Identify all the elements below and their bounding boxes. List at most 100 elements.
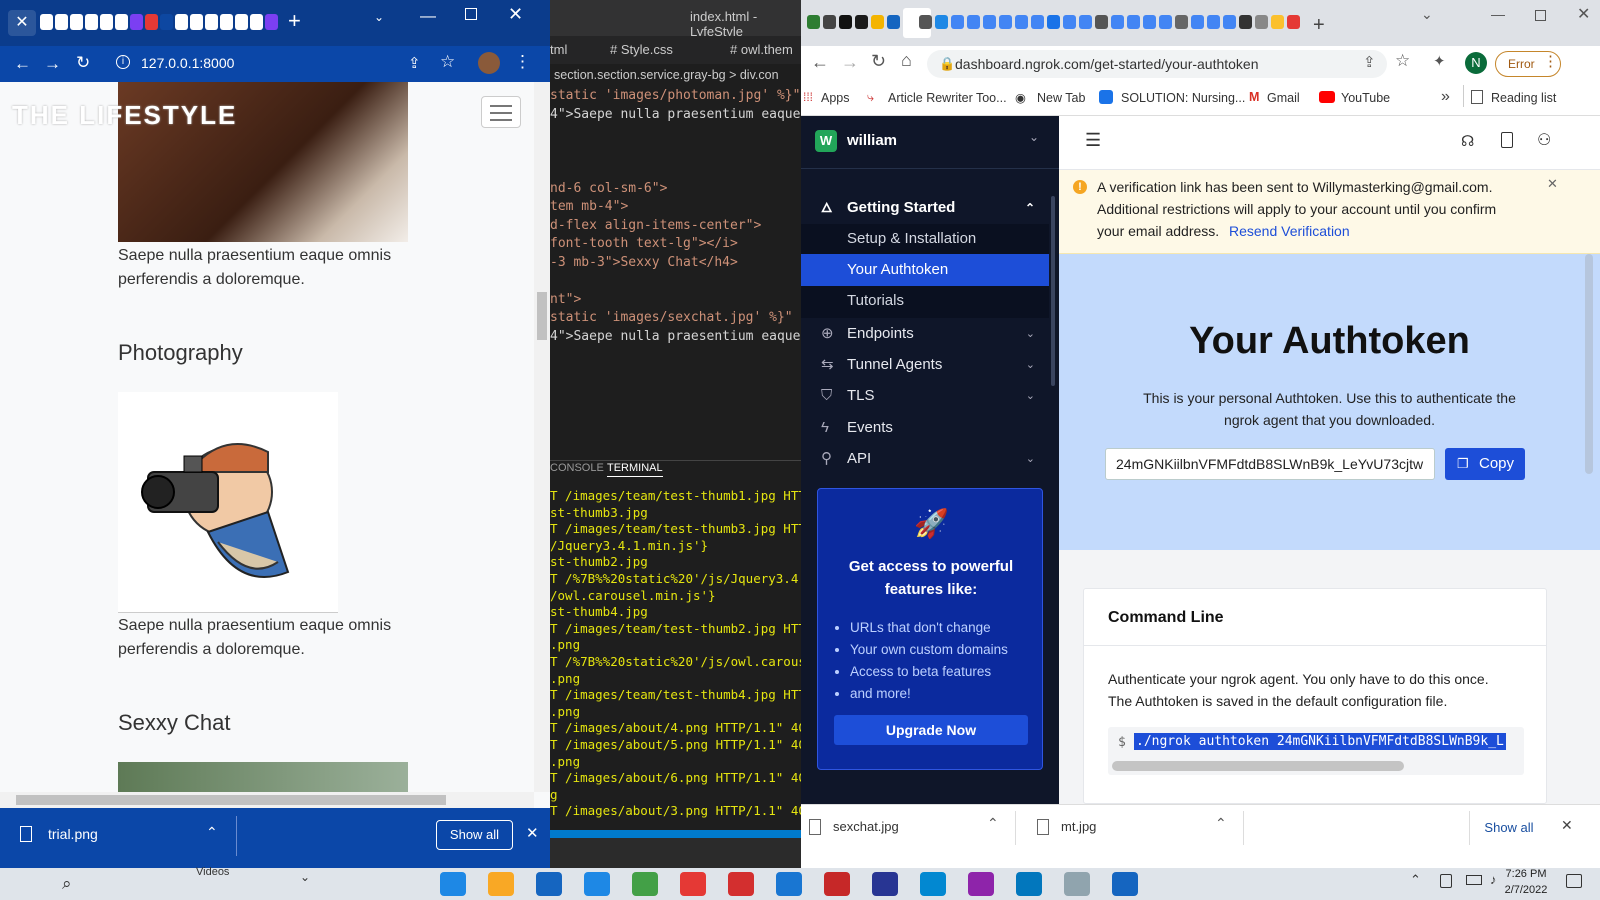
browser-tab-icon[interactable] — [855, 15, 868, 29]
notifications-icon[interactable] — [1566, 874, 1582, 888]
share-icon[interactable]: ⇪ — [408, 54, 421, 72]
code-editor[interactable]: static 'images/photoman.jpg' %}" 4">Saepe… — [550, 88, 801, 458]
main-scrollbar[interactable] — [1585, 254, 1593, 474]
tab-style-css[interactable]: # Style.css — [610, 42, 673, 57]
extensions-icon[interactable]: ✦ — [1433, 52, 1446, 70]
tab-owl-theme[interactable]: # owl.them — [730, 42, 793, 57]
maximize-icon[interactable] — [1535, 10, 1546, 21]
browser-tab-icon[interactable] — [1111, 15, 1124, 29]
word-icon[interactable] — [1112, 872, 1138, 896]
reload-icon[interactable]: ↻ — [871, 51, 886, 72]
home-icon[interactable]: ⌂ — [901, 50, 912, 71]
chevron-up-icon[interactable]: ⌃ — [1215, 815, 1227, 832]
chrome-icon[interactable] — [680, 872, 706, 896]
store-icon[interactable] — [584, 872, 610, 896]
new-tab-icon[interactable]: + — [288, 8, 301, 34]
account-name[interactable]: william — [847, 132, 897, 149]
show-all-button[interactable]: Show all — [436, 820, 513, 850]
headset-icon[interactable]: ☊ — [1461, 132, 1474, 150]
chrome-icon[interactable] — [175, 14, 188, 30]
chrome-icon[interactable] — [205, 14, 218, 30]
vscode-icon[interactable] — [776, 872, 802, 896]
share-icon[interactable]: ⇪ — [1363, 53, 1376, 71]
close-window-icon[interactable]: ✕ — [508, 4, 523, 25]
show-all-button[interactable]: Show all — [1471, 815, 1547, 841]
site-favicon-icon[interactable] — [130, 14, 143, 30]
nav-tutorials[interactable]: Tutorials — [801, 285, 1049, 317]
user-icon[interactable]: ⚇ — [1537, 130, 1551, 150]
chrome-icon[interactable] — [190, 14, 203, 30]
bookmark-gmail[interactable]: Gmail — [1267, 91, 1300, 105]
browser-tab-icon[interactable] — [839, 15, 852, 29]
powershell-icon[interactable] — [872, 872, 898, 896]
reload-icon[interactable]: ↻ — [76, 53, 90, 73]
panel-tab-terminal[interactable]: TERMINAL — [607, 462, 663, 477]
browser-tab-icon[interactable] — [871, 15, 884, 29]
clock-time[interactable]: 7:26 PM — [1486, 868, 1566, 880]
browser-tab-icon[interactable] — [1015, 15, 1028, 29]
download-item-name[interactable]: sexchat.jpg — [833, 819, 899, 834]
more-bookmarks-icon[interactable]: » — [1441, 88, 1450, 106]
windows-start-icon[interactable] — [440, 872, 466, 896]
chrome-icon[interactable] — [115, 14, 128, 30]
star-icon[interactable]: ☆ — [440, 52, 455, 72]
browser-tab-icon[interactable] — [1063, 15, 1076, 29]
browser-tab-icon[interactable] — [935, 15, 948, 29]
minimize-icon[interactable]: — — [420, 8, 436, 26]
chevron-down-icon[interactable]: ⌄ — [1029, 130, 1039, 144]
chrome-icon[interactable] — [70, 14, 83, 30]
battery-icon[interactable] — [1466, 875, 1482, 885]
authtoken-command[interactable]: ./ngrok authtoken 24mGNKiilbnVFMFdtdB8SL… — [1134, 733, 1506, 750]
browser-tab-icon[interactable] — [887, 15, 900, 29]
chevron-down-icon[interactable]: ⌄ — [300, 870, 310, 884]
nav-api[interactable]: ⚲ API ⌄ — [801, 443, 1049, 475]
scroll-thumb[interactable] — [537, 292, 547, 340]
site-favicon-icon[interactable] — [145, 14, 158, 30]
bookmark-solution[interactable]: SOLUTION: Nursing... — [1121, 91, 1245, 105]
bookmark-apps[interactable]: Apps — [821, 91, 850, 105]
nav-setup-installation[interactable]: Setup & Installation — [801, 223, 1049, 255]
chrome-icon[interactable] — [55, 14, 68, 30]
browser-tab-icon[interactable] — [1223, 15, 1236, 29]
browser-tab-icon[interactable] — [1255, 15, 1268, 29]
forward-icon[interactable]: → — [44, 54, 61, 74]
chevron-down-icon[interactable]: ⌄ — [374, 10, 384, 24]
browser-tab-icon[interactable] — [951, 15, 964, 29]
browser-tab-icon[interactable] — [1239, 15, 1252, 29]
collapse-menu-icon[interactable]: ☰ — [1085, 130, 1101, 151]
authtoken-field[interactable]: 24mGNKiilbnVFMFdtdB8SLWnB9k_LeYvU73cjtw — [1105, 448, 1435, 480]
reading-list[interactable]: Reading list — [1491, 91, 1556, 105]
url-field[interactable]: dashboard.ngrok.com/get-started/your-aut… — [955, 56, 1259, 72]
nav-events[interactable]: ϟ Events — [801, 412, 1049, 444]
docs-icon[interactable] — [1501, 132, 1513, 148]
chrome-icon[interactable] — [235, 14, 248, 30]
phone-icon[interactable] — [1440, 874, 1452, 888]
chevron-up-icon[interactable]: ⌃ — [1410, 872, 1421, 888]
scroll-thumb[interactable] — [16, 795, 446, 805]
terminal-output[interactable]: T /images/team/test-thumb1.jpg HTTP/st-t… — [550, 488, 801, 833]
mail-icon[interactable] — [536, 872, 562, 896]
browser-tab-icon[interactable] — [1191, 15, 1204, 29]
browser-tab-icon[interactable] — [1175, 15, 1188, 29]
info-icon[interactable]: i — [116, 55, 130, 69]
back-icon[interactable]: ← — [14, 54, 31, 74]
browser-tab-icon[interactable] — [807, 15, 820, 29]
upgrade-now-button[interactable]: Upgrade Now — [834, 715, 1028, 745]
breadcrumb[interactable]: section.section.service.gray-bg > div.co… — [554, 68, 779, 82]
videos-label[interactable]: Videos — [196, 866, 229, 878]
pdf-icon[interactable] — [824, 872, 850, 896]
nav-getting-started[interactable]: 🜂 Getting Started ⌃ — [801, 192, 1049, 224]
chevron-up-icon[interactable]: ⌃ — [987, 815, 999, 832]
chrome-icon[interactable] — [632, 872, 658, 896]
browser-tab-icon[interactable] — [1159, 15, 1172, 29]
notepad-icon[interactable] — [1064, 872, 1090, 896]
browser-tab-icon[interactable] — [823, 15, 836, 29]
chrome-icon[interactable] — [220, 14, 233, 30]
chevron-up-icon[interactable]: ⌃ — [206, 824, 218, 841]
close-tab-icon[interactable]: ✕ — [8, 10, 36, 36]
nav-endpoints[interactable]: ⊕ Endpoints ⌄ — [801, 318, 1049, 350]
browser-tab-icon[interactable] — [919, 15, 932, 29]
horizontal-scrollbar[interactable] — [0, 792, 534, 808]
minimize-icon[interactable]: — — [1491, 6, 1505, 22]
panel-tab-console[interactable]: CONSOLE — [550, 462, 604, 474]
